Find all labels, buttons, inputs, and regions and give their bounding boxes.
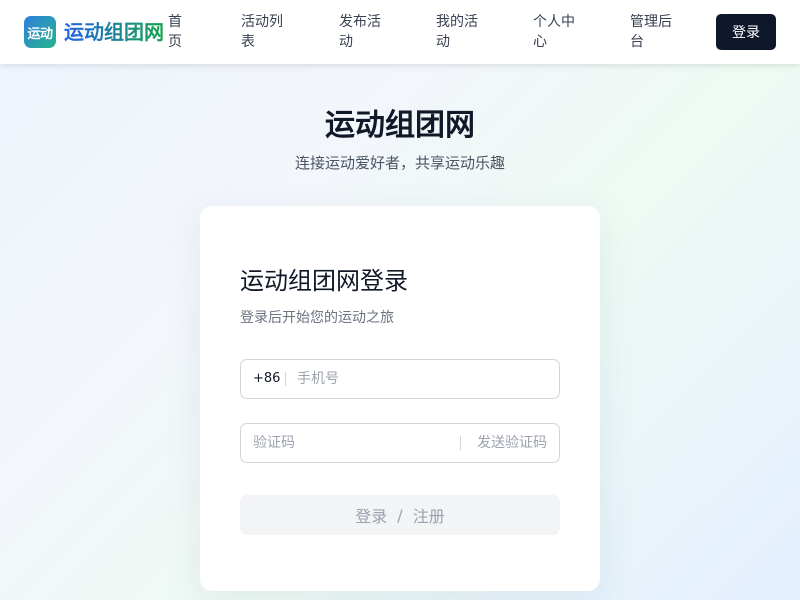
login-card-title: 运动组团网登录 [240,267,408,295]
login-card-subtitle: 登录后开始您的运动之旅 [240,310,394,326]
login-card: 运动组团网登录 登录后开始您的运动之旅 +86 发送验证码 登录 / 注册 [200,206,600,591]
top-navbar: 运动 运动组团网 首 页 活动列 表 发布活 动 我的活 动 个人中 心 管理后… [0,0,800,64]
send-code-button[interactable]: 发送验证码 [477,424,547,462]
hero-title: 运动组团网 [325,108,475,143]
login-register-button[interactable]: 登录 / 注册 [240,495,560,535]
header-login-button[interactable]: 登录 [716,14,776,50]
prefix-divider [285,372,286,386]
nav-item-publish-activity[interactable]: 发布活 动 [339,12,381,52]
login-label: 登录 [355,507,388,526]
site-logo-icon[interactable]: 运动 [24,16,56,48]
country-code-prefix[interactable]: +86 [253,360,280,398]
register-label: 注册 [412,507,445,526]
verification-code-input[interactable] [253,424,453,462]
verification-code-field: 发送验证码 [240,423,560,463]
nav-item-label: 首 [168,14,182,30]
nav-item-label: 管理后 [630,14,672,30]
nav-item-label: 我的活 [436,14,478,30]
logo-badge-text: 运动 [27,26,53,42]
phone-input[interactable] [297,360,547,398]
nav-item-admin[interactable]: 管理后 台 [630,12,672,52]
nav-item-label: 页 [168,34,182,50]
nav-item-label: 表 [241,34,255,50]
nav-item-activity-list[interactable]: 活动列 表 [241,12,283,52]
nav-item-label: 活动列 [241,14,283,30]
nav-item-label: 个人中 [533,14,575,30]
nav-item-label: 心 [533,34,547,50]
nav-item-my-activities[interactable]: 我的活 动 [436,12,478,52]
nav-item-label: 台 [630,34,644,50]
nav-item-label: 动 [436,34,450,50]
nav-item-home[interactable]: 首 页 [168,12,182,52]
send-code-divider [460,436,461,450]
site-name[interactable]: 运动组团网 [64,17,164,47]
nav-item-label: 动 [339,34,353,50]
submit-separator: / [397,505,403,525]
nav-item-profile[interactable]: 个人中 心 [533,12,575,52]
hero-subtitle: 连接运动爱好者，共享运动乐趣 [294,154,505,172]
phone-field: +86 [240,359,560,399]
nav-item-label: 发布活 [339,14,381,30]
